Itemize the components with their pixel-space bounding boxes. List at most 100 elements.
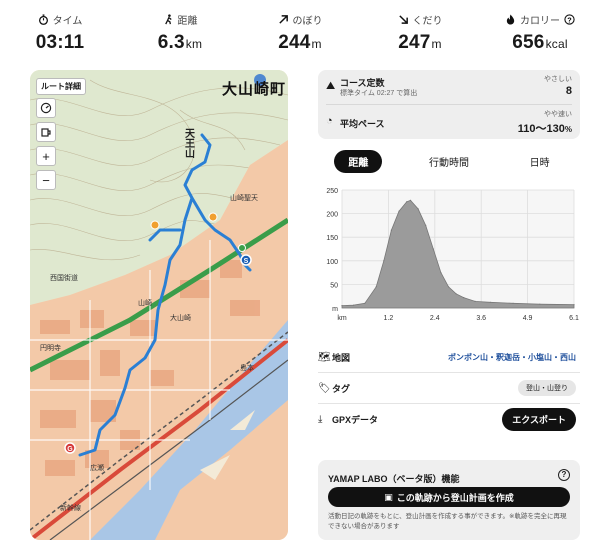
x-tick-label: 2.4 (430, 315, 440, 322)
x-tick-label: 1.2 (384, 315, 394, 322)
zoom-out-button[interactable]: − (36, 170, 56, 190)
arrow-up-right-icon (278, 14, 288, 24)
tag-icon: 🏷 (318, 382, 331, 394)
flame-icon (506, 13, 515, 25)
stat-label: くだり (412, 15, 443, 27)
hiker-icon: ⛰ (326, 80, 336, 92)
course-constant-row: ⛰ コース定数 標準タイム 02:27 で算出 やさしい 8 (326, 70, 572, 104)
elevation-point (539, 303, 541, 305)
y-tick-label: 150 (326, 235, 338, 242)
stat-unit: km (185, 37, 203, 51)
map-label: 広瀬 (90, 463, 104, 472)
tab-activity-time[interactable]: 行動時間 (415, 150, 483, 173)
y-tick-label: 250 (326, 188, 338, 195)
stat-ascent: のぼり 244m (240, 0, 360, 62)
speedometer-icon (40, 102, 52, 114)
route-map[interactable]: S G 天王山 山崎 円明寺 大山崎 広瀬 島本 新幹線 西国街道 山崎聖天 大… (30, 70, 288, 540)
elevation-point (455, 293, 457, 295)
elevation-point (489, 301, 491, 303)
y-tick-label: 100 (326, 259, 338, 266)
download-icon: ⤓ (318, 414, 323, 425)
map-label-mountain: 天王山 (183, 128, 195, 159)
x-tick-label: km (337, 315, 347, 322)
elevation-point (375, 286, 377, 288)
gauge-icon: ◔ (326, 115, 333, 127)
map-row: 🗺 地図 ポンポン山・釈迦岳・小塩山・西山 (318, 342, 580, 373)
create-plan-button[interactable]: ▣ この軌跡から登山計画を作成 (328, 487, 570, 507)
map-label: 山崎聖天 (230, 193, 258, 202)
stat-label: カロリー (520, 15, 560, 27)
stat-value: 03:11 (35, 32, 85, 53)
map-row-label: 地図 (332, 352, 351, 363)
x-tick-label: 3.6 (476, 315, 486, 322)
help-icon[interactable]: ? (564, 13, 575, 25)
elevation-point (406, 201, 408, 203)
svg-text:S: S (244, 258, 249, 265)
svg-text:?: ? (567, 15, 572, 24)
stat-unit: m (431, 37, 442, 51)
arrow-down-right-icon (398, 14, 408, 24)
elevation-point (398, 210, 400, 212)
elevation-point (409, 199, 412, 201)
map-label: 西国街道 (50, 273, 78, 282)
elevation-point (440, 272, 442, 274)
stat-time: タイム 03:11 (0, 0, 120, 62)
activity-detail-panel: ⛰ コース定数 標準タイム 02:27 で算出 やさしい 8 ◔ 平均ペース や… (318, 70, 580, 540)
chart-tabs: 距離 行動時間 日時 (318, 149, 580, 173)
calendar-icon: ▣ (384, 491, 393, 502)
tab-distance[interactable]: 距離 (334, 149, 383, 173)
svg-text:G: G (67, 446, 73, 453)
gpx-row-label: GPXデータ (332, 415, 379, 425)
elevation-point (474, 300, 476, 302)
zoom-in-button[interactable]: + (36, 146, 56, 166)
elevation-point (425, 224, 427, 226)
route-detail-button[interactable]: ルート詳細 (36, 78, 86, 95)
x-tick-label: 4.9 (523, 315, 533, 322)
map-icon: 🗺 (318, 351, 331, 363)
elevation-point (432, 248, 434, 250)
course-info-card: ⛰ コース定数 標準タイム 02:27 で算出 やさしい 8 ◔ 平均ペース や… (318, 70, 580, 139)
create-plan-label: この軌跡から登山計画を作成 (396, 492, 514, 503)
speedometer-button[interactable] (36, 98, 56, 118)
course-constant-value: 8 (565, 85, 572, 97)
course-constant-hint: やさしい (544, 76, 572, 83)
map-label: 円明寺 (40, 344, 61, 352)
average-pace-hint: やや速い (544, 111, 572, 118)
elevation-point (383, 260, 385, 262)
elevation-point (463, 297, 465, 299)
help-icon[interactable]: ? (558, 469, 570, 481)
elevation-point (417, 208, 419, 210)
y-tick-label: 200 (326, 212, 338, 219)
mug-button[interactable] (36, 122, 56, 142)
tag-row: 🏷 タグ 登山・山登り (318, 373, 580, 404)
average-pace-value: 110〜130% (517, 123, 572, 135)
map-label: 山崎 (138, 298, 152, 307)
stat-value: 6.3 (157, 32, 185, 53)
stat-label: 距離 (177, 15, 198, 27)
elevation-chart: 250 200 150 100 50 m km 1.2 2.4 3.6 4.9 6.1 (326, 188, 579, 322)
gpx-row: ⤓ GPXデータ エクスポート (318, 404, 580, 435)
elevation-point (341, 305, 343, 307)
map-label: 新幹線 (60, 503, 81, 512)
labo-title: YAMAP LABO（ベータ版）機能 (328, 474, 460, 484)
tab-datetime[interactable]: 日時 (516, 150, 564, 173)
stat-unit: m (311, 37, 322, 51)
yamap-labo-card: YAMAP LABO（ベータ版）機能 ? ▣ この軌跡から登山計画を作成 活動日… (318, 460, 580, 540)
stat-value: 244 (278, 32, 311, 53)
stopwatch-icon (38, 13, 48, 25)
elevation-point (364, 302, 366, 304)
course-constant-sub: 標準タイム 02:27 で算出 (340, 90, 418, 97)
map-link[interactable]: ポンポン山・釈迦岳・小塩山・西山 (448, 352, 576, 363)
hiker-icon (164, 13, 172, 24)
x-tick-label: 6.1 (569, 315, 579, 322)
stat-label: タイム (52, 15, 83, 27)
map-canvas[interactable]: S G 天王山 山崎 円明寺 大山崎 広瀬 島本 新幹線 西国街道 山崎聖天 (30, 70, 288, 540)
export-button[interactable]: エクスポート (502, 408, 576, 431)
stat-label: のぼり (292, 15, 323, 27)
labo-note: 活動日記の軌跡をもとに、登山計画を作成する事ができます。※軌跡を完全に再現できな… (328, 513, 567, 530)
tag-row-label: タグ (332, 383, 351, 394)
stat-calories: カロリー ? 656kcal (480, 0, 600, 62)
tag-pill[interactable]: 登山・山登り (518, 380, 576, 396)
map-place-name: 大山崎町 (222, 81, 287, 98)
elevation-point (352, 304, 354, 306)
